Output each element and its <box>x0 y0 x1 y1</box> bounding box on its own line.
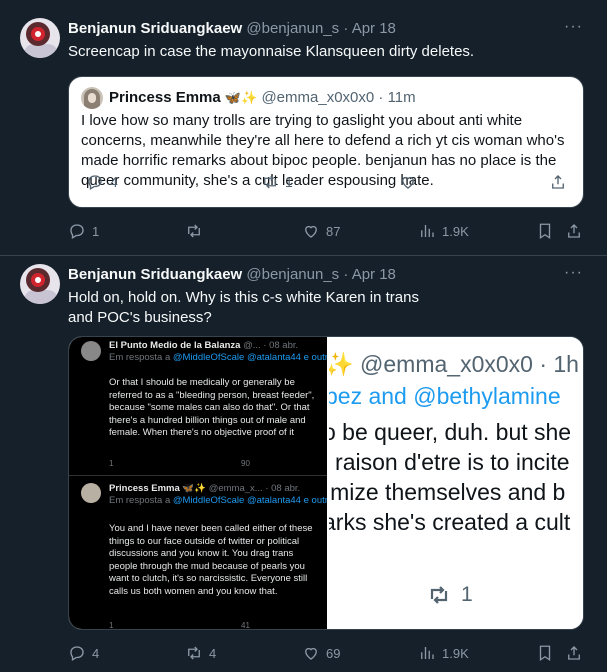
tweet-header: Benjanun Sriduangkaew @benjanun_s · Apr … <box>68 20 396 37</box>
quote-reply: 4 <box>86 173 118 191</box>
like-count: 69 <box>326 645 341 661</box>
quote-reply-count: 4 <box>110 174 118 190</box>
tweet-date[interactable]: Apr 18 <box>352 20 396 37</box>
bookmark-icon <box>539 223 551 240</box>
views-button[interactable]: 1.9K <box>418 644 469 662</box>
reply-button[interactable]: 4 <box>68 644 99 662</box>
reply-icon <box>88 175 102 190</box>
screenshot-repost: 1 <box>425 583 473 607</box>
repost-icon <box>264 175 276 189</box>
quoted-tweet[interactable]: Princess Emma 🦋✨ @emma_x0x0x0 · 11m I lo… <box>68 76 584 208</box>
author-name[interactable]: Benjanun Sriduangkaew <box>68 266 242 283</box>
share-icon <box>568 646 580 660</box>
quote-repost: 1 <box>261 173 293 191</box>
reply-count: 1 <box>92 223 100 239</box>
tweet[interactable]: Benjanun Sriduangkaew @benjanun_s · Apr … <box>0 256 607 672</box>
bookmark-button[interactable] <box>536 644 554 662</box>
screenshot-right-panel: ✨ @emma_x0x0x0 · 1h pez and @bethylamine… <box>329 337 583 629</box>
more-options-icon[interactable]: ··· <box>564 18 583 36</box>
views-button[interactable]: 1.9K <box>418 222 469 240</box>
heart-icon <box>305 647 317 660</box>
screenshot-author: El Punto Medio de la Balanza <box>109 340 241 351</box>
like-button[interactable]: 87 <box>302 222 340 240</box>
tweet-text: Hold on, hold on. Why is this c-s white … <box>68 289 419 326</box>
share-icon <box>552 175 564 189</box>
share-button[interactable] <box>565 644 583 662</box>
tweet-header: Benjanun Sriduangkaew @benjanun_s · Apr … <box>68 266 396 283</box>
screenshot-image[interactable]: El Punto Medio de la Balanza @... · 08 a… <box>68 336 584 630</box>
view-count: 1.9K <box>442 223 469 239</box>
reply-button[interactable]: 1 <box>68 222 99 240</box>
reply-icon <box>70 646 84 661</box>
tweet-text: Screencap in case the mayonnaise Klansqu… <box>68 43 475 60</box>
view-count: 1.9K <box>442 645 469 661</box>
repost-button[interactable]: 4 <box>185 644 216 662</box>
quote-actions: 4 1 <box>81 173 571 195</box>
reply-icon <box>70 224 84 239</box>
author-handle[interactable]: @benjanun_s <box>246 20 339 37</box>
like-count: 87 <box>326 223 341 239</box>
quote-avatar <box>81 87 103 109</box>
quote-author-handle: @emma_x0x0x0 <box>261 89 375 106</box>
bookmark-button[interactable] <box>536 222 554 240</box>
tweet-date[interactable]: Apr 18 <box>352 266 396 283</box>
share-icon <box>568 224 580 238</box>
heart-icon <box>305 225 317 238</box>
share-button[interactable] <box>565 222 583 240</box>
screenshot-author: Princess Emma 🦋✨ <box>109 483 207 494</box>
screenshot-avatar <box>81 341 101 361</box>
screenshot-avatar <box>81 483 101 503</box>
analytics-icon <box>421 647 434 659</box>
butterfly-sparkle-emoji: 🦋✨ <box>224 90 258 105</box>
avatar[interactable] <box>20 18 60 58</box>
quote-like <box>399 173 417 191</box>
repost-icon <box>430 586 448 604</box>
repost-button[interactable] <box>185 222 209 240</box>
like-button[interactable]: 69 <box>302 644 340 662</box>
quote-repost-count: 1 <box>285 174 293 190</box>
screenshot-text: Or that I should be medically or general… <box>109 377 315 438</box>
tweet-actions: 4 4 69 1.9K <box>68 644 588 666</box>
more-options-icon[interactable]: ··· <box>564 264 583 282</box>
tweet[interactable]: Benjanun Sriduangkaew @benjanun_s · Apr … <box>0 0 607 258</box>
bookmark-icon <box>539 645 551 662</box>
repost-count: 4 <box>209 645 217 661</box>
author-name[interactable]: Benjanun Sriduangkaew <box>68 20 242 37</box>
quote-author-name: Princess Emma <box>109 89 221 106</box>
reply-count: 4 <box>92 645 100 661</box>
tweet-actions: 1 87 1.9K <box>68 222 588 244</box>
quote-share <box>549 173 567 191</box>
screenshot-left-panel: El Punto Medio de la Balanza @... · 08 a… <box>69 337 327 629</box>
avatar[interactable] <box>20 264 60 304</box>
repost-icon <box>188 224 200 238</box>
repost-icon <box>188 646 200 660</box>
author-handle[interactable]: @benjanun_s <box>246 266 339 283</box>
quote-header: Princess Emma 🦋✨ @emma_x0x0x0 · 11m <box>109 89 416 106</box>
quote-time: 11m <box>387 89 416 106</box>
heart-icon <box>402 176 414 189</box>
screenshot-text: You and I have never been called either … <box>109 523 313 597</box>
analytics-icon <box>421 225 434 237</box>
